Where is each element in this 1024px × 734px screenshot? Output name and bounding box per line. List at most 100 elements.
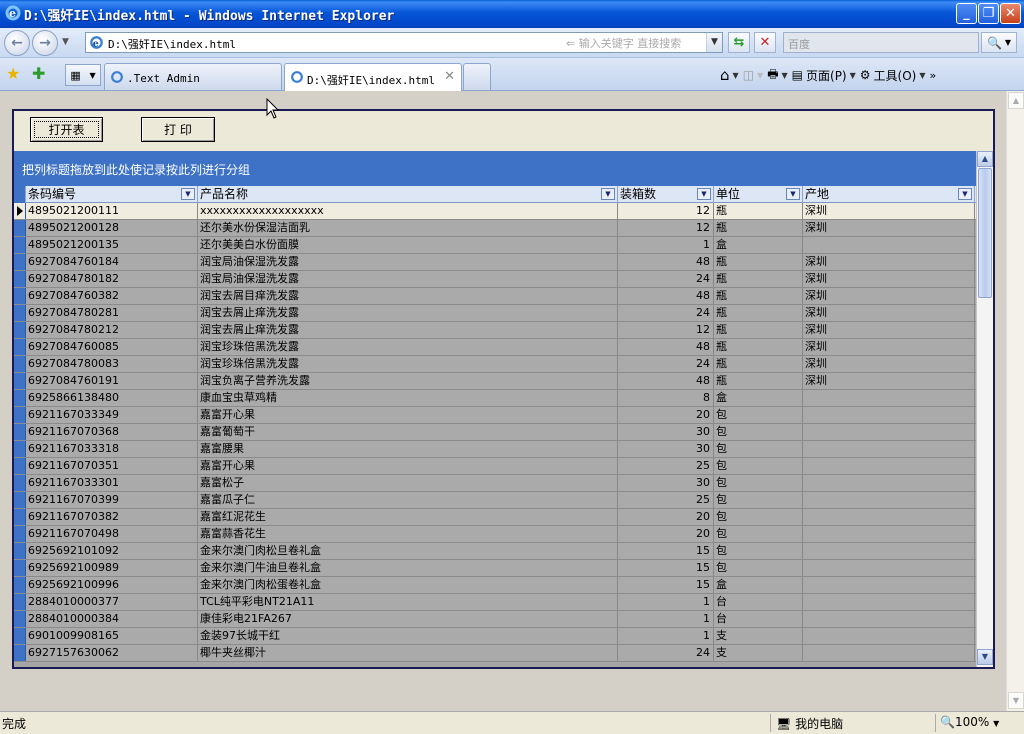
- grid-scroll-up-icon[interactable]: ▲: [977, 151, 993, 167]
- table-row[interactable]: 6925692100989 金来尔澳门牛油旦卷礼盒 15 包: [14, 560, 976, 577]
- unit-cell[interactable]: 瓶: [714, 271, 803, 287]
- origin-cell[interactable]: 深圳: [803, 373, 975, 389]
- origin-cell[interactable]: [803, 492, 975, 508]
- barcode-cell[interactable]: 6927084780083: [26, 356, 198, 372]
- stop-button[interactable]: ✕: [754, 32, 776, 53]
- barcode-cell[interactable]: 2884010000377: [26, 594, 198, 610]
- product-name-cell[interactable]: 金来尔澳门肉松蛋卷礼盒: [198, 577, 618, 593]
- row-selector[interactable]: [14, 645, 26, 661]
- unit-cell[interactable]: 包: [714, 560, 803, 576]
- forward-button[interactable]: →: [32, 30, 58, 56]
- product-name-cell[interactable]: 康血宝虫草鸡精: [198, 390, 618, 406]
- origin-cell[interactable]: 深圳: [803, 356, 975, 372]
- table-row[interactable]: 6927084780281 润宝去屑止痒洗发露 24 瓶深圳: [14, 305, 976, 322]
- maximize-button[interactable]: ❐: [978, 3, 999, 24]
- table-row[interactable]: 6927084780212 润宝去屑止痒洗发露 12 瓶深圳: [14, 322, 976, 339]
- column-filter-dropdown-icon[interactable]: ▼: [181, 188, 195, 200]
- column-filter-dropdown-icon[interactable]: ▼: [958, 188, 972, 200]
- product-name-cell[interactable]: 还尔美美白水份面膜: [198, 237, 618, 253]
- print-button[interactable]: 打 印: [141, 117, 215, 142]
- barcode-cell[interactable]: 6927084760382: [26, 288, 198, 304]
- product-name-cell[interactable]: xxxxxxxxxxxxxxxxxxx: [198, 203, 618, 219]
- origin-cell[interactable]: 深圳: [803, 220, 975, 236]
- address-url[interactable]: D:\强奸IE\index.html: [108, 36, 236, 52]
- pack-qty-cell[interactable]: 1: [618, 611, 714, 627]
- address-bar[interactable]: e D:\强奸IE\index.html ⇐ 输入关键字 直接搜索 ▼: [85, 32, 723, 53]
- origin-cell[interactable]: [803, 526, 975, 542]
- barcode-cell[interactable]: 6921167070368: [26, 424, 198, 440]
- barcode-cell[interactable]: 6927084780182: [26, 271, 198, 287]
- grid-scrollbar[interactable]: ▲ ▼: [976, 151, 993, 667]
- unit-cell[interactable]: 支: [714, 628, 803, 644]
- pack-qty-cell[interactable]: 30: [618, 424, 714, 440]
- refresh-button[interactable]: ⇆: [728, 32, 750, 53]
- origin-cell[interactable]: [803, 577, 975, 593]
- barcode-cell[interactable]: 6921167033301: [26, 475, 198, 491]
- table-row[interactable]: 6921167033318 嘉富腰果 30 包: [14, 441, 976, 458]
- origin-cell[interactable]: 深圳: [803, 322, 975, 338]
- table-row[interactable]: 6921167033349 嘉富开心果 20 包: [14, 407, 976, 424]
- row-selector[interactable]: [14, 407, 26, 423]
- barcode-cell[interactable]: 6925692100996: [26, 577, 198, 593]
- unit-cell[interactable]: 包: [714, 543, 803, 559]
- unit-cell[interactable]: 瓶: [714, 288, 803, 304]
- pack-qty-cell[interactable]: 48: [618, 373, 714, 389]
- pack-qty-cell[interactable]: 12: [618, 203, 714, 219]
- product-name-cell[interactable]: 嘉富开心果: [198, 407, 618, 423]
- table-row[interactable]: 4895021200111 xxxxxxxxxxxxxxxxxxx 12 瓶深圳: [14, 203, 976, 220]
- row-selector[interactable]: [14, 543, 26, 559]
- origin-cell[interactable]: 深圳: [803, 288, 975, 304]
- unit-cell[interactable]: 盒: [714, 390, 803, 406]
- product-name-cell[interactable]: 嘉富红泥花生: [198, 509, 618, 525]
- product-name-cell[interactable]: TCL纯平彩电NT21A11: [198, 594, 618, 610]
- tab-close-icon[interactable]: ✕: [444, 69, 455, 84]
- unit-cell[interactable]: 瓶: [714, 254, 803, 270]
- row-selector[interactable]: [14, 475, 26, 491]
- table-row[interactable]: 6927084760085 润宝珍珠倍黑洗发露 48 瓶深圳: [14, 339, 976, 356]
- unit-cell[interactable]: 包: [714, 526, 803, 542]
- feeds-button[interactable]: ◫ ▼: [743, 68, 764, 82]
- product-name-cell[interactable]: 金来尔澳门肉松旦卷礼盒: [198, 543, 618, 559]
- page-scrollbar[interactable]: ▲ ▼: [1006, 91, 1024, 711]
- origin-cell[interactable]: [803, 611, 975, 627]
- grid-scroll-down-icon[interactable]: ▼: [977, 649, 993, 665]
- origin-cell[interactable]: [803, 645, 975, 661]
- barcode-cell[interactable]: 6927084760184: [26, 254, 198, 270]
- product-name-cell[interactable]: 润宝去屑止痒洗发露: [198, 322, 618, 338]
- new-tab-button[interactable]: [463, 63, 491, 90]
- table-row[interactable]: 6921167070382 嘉富红泥花生 20 包: [14, 509, 976, 526]
- row-selector[interactable]: [14, 322, 26, 338]
- open-table-button[interactable]: 打开表: [30, 117, 103, 142]
- product-name-cell[interactable]: 润宝去屑目痒洗发露: [198, 288, 618, 304]
- barcode-cell[interactable]: 4895021200111: [26, 203, 198, 219]
- zoom-control[interactable]: 🔍100% ▼: [940, 715, 999, 729]
- row-selector[interactable]: [14, 526, 26, 542]
- pack-qty-cell[interactable]: 1: [618, 628, 714, 644]
- row-selector[interactable]: [14, 373, 26, 389]
- group-by-panel[interactable]: 把列标题拖放到此处使记录按此列进行分组: [14, 151, 976, 186]
- origin-cell[interactable]: 深圳: [803, 203, 975, 219]
- address-dropdown-icon[interactable]: ▼: [706, 33, 722, 52]
- barcode-cell[interactable]: 6921167033349: [26, 407, 198, 423]
- origin-cell[interactable]: 深圳: [803, 271, 975, 287]
- table-row[interactable]: 6921167070498 嘉富蒜香花生 20 包: [14, 526, 976, 543]
- barcode-cell[interactable]: 6921167070351: [26, 458, 198, 474]
- quick-tabs-button[interactable]: ▦ ▼: [65, 64, 101, 86]
- pack-qty-cell[interactable]: 24: [618, 271, 714, 287]
- pack-qty-cell[interactable]: 30: [618, 441, 714, 457]
- unit-cell[interactable]: 包: [714, 509, 803, 525]
- unit-cell[interactable]: 包: [714, 424, 803, 440]
- product-name-cell[interactable]: 润宝局油保湿洗发露: [198, 254, 618, 270]
- feeds-dropdown-icon[interactable]: ▼: [757, 71, 763, 80]
- pack-qty-cell[interactable]: 48: [618, 339, 714, 355]
- pack-qty-cell[interactable]: 20: [618, 509, 714, 525]
- column-header-origin[interactable]: 产地 ▼: [803, 186, 975, 203]
- table-row[interactable]: 6927084780083 润宝珍珠倍黑洗发露 24 瓶深圳: [14, 356, 976, 373]
- table-row[interactable]: 2884010000377 TCL纯平彩电NT21A11 1 台: [14, 594, 976, 611]
- unit-cell[interactable]: 瓶: [714, 373, 803, 389]
- unit-cell[interactable]: 盒: [714, 237, 803, 253]
- product-name-cell[interactable]: 嘉富葡萄干: [198, 424, 618, 440]
- product-name-cell[interactable]: 润宝珍珠倍黑洗发露: [198, 356, 618, 372]
- product-name-cell[interactable]: 嘉富瓜子仁: [198, 492, 618, 508]
- unit-cell[interactable]: 瓶: [714, 322, 803, 338]
